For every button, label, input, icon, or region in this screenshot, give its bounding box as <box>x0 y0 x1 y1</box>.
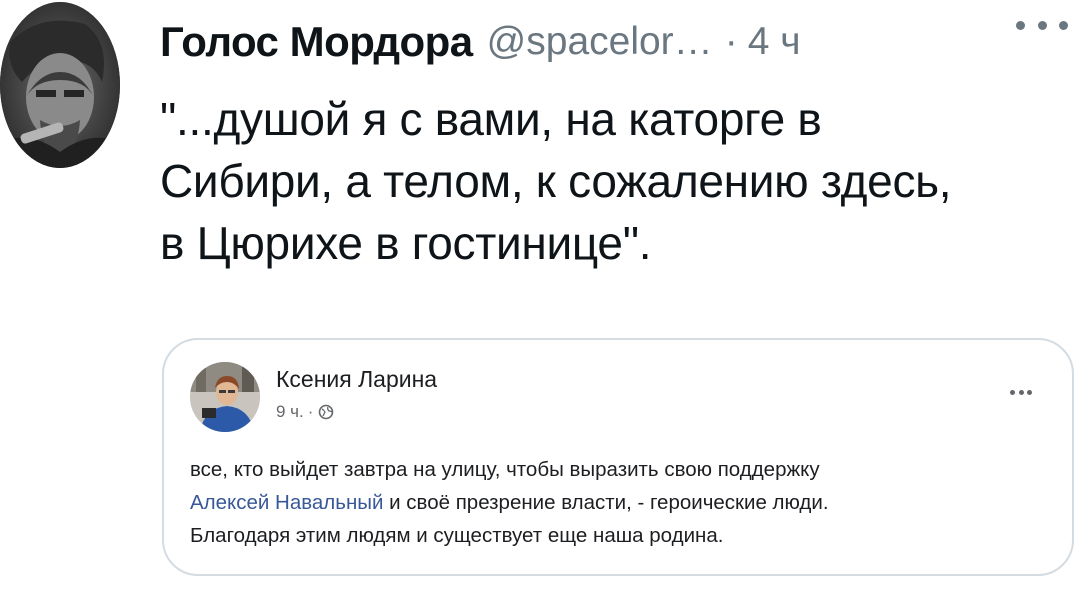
more-dot <box>1018 389 1024 395</box>
more-horizontal-icon[interactable] <box>1016 10 1068 40</box>
more-dot <box>1059 20 1068 30</box>
post-meta-separator: · <box>307 402 314 421</box>
author-name[interactable]: Голос Мордора <box>160 18 473 66</box>
post-author-avatar <box>190 362 260 432</box>
more-dot <box>1016 20 1025 30</box>
meta-separator: · <box>724 20 738 63</box>
post-mention-link: Алексей Навальный <box>190 491 384 514</box>
globe-icon <box>318 404 334 420</box>
author-handle[interactable]: @spacelor… <box>487 20 713 64</box>
post-meta: 9 ч. · <box>276 400 334 424</box>
post-text-fragment: и своё презрение власти, - героические л… <box>383 491 829 514</box>
post-text: все, кто выйдет завтра на улицу, чтобы в… <box>190 453 1050 552</box>
more-dot <box>1027 389 1032 395</box>
post-text-line: Благодаря этим людям и существует еще на… <box>190 524 724 547</box>
post-author-avatar-image <box>190 362 260 432</box>
post-more-horizontal-icon <box>1010 388 1032 396</box>
tweet-text-line: Сибири, а телом, к сожалению здесь, <box>160 155 952 207</box>
tweet-text-line: в Цюрихе в гостинице". <box>160 217 652 269</box>
tweet-header: Голос Мордора @spacelor… · 4 ч <box>160 14 1070 70</box>
post-author-name: Ксения Ларина <box>276 366 438 392</box>
more-dot <box>1010 389 1015 395</box>
author-avatar-image <box>0 2 120 168</box>
tweet-text-line: "...душой я с вами, на каторге в <box>160 93 822 145</box>
post-text-line: все, кто выйдет завтра на улицу, чтобы в… <box>190 458 820 481</box>
attached-image-card[interactable]: Ксения Ларина 9 ч. · все, кто выйдет зав… <box>162 338 1074 576</box>
post-timestamp: 9 ч. <box>276 402 304 421</box>
post-text-line: Алексей Навальный и своё презрение власт… <box>190 486 1050 519</box>
tweet-timestamp[interactable]: 4 ч <box>748 20 801 64</box>
tweet-text: "...душой я с вами, на каторге в Сибири,… <box>160 88 1070 274</box>
author-avatar[interactable] <box>0 2 120 168</box>
more-dot <box>1037 20 1047 30</box>
